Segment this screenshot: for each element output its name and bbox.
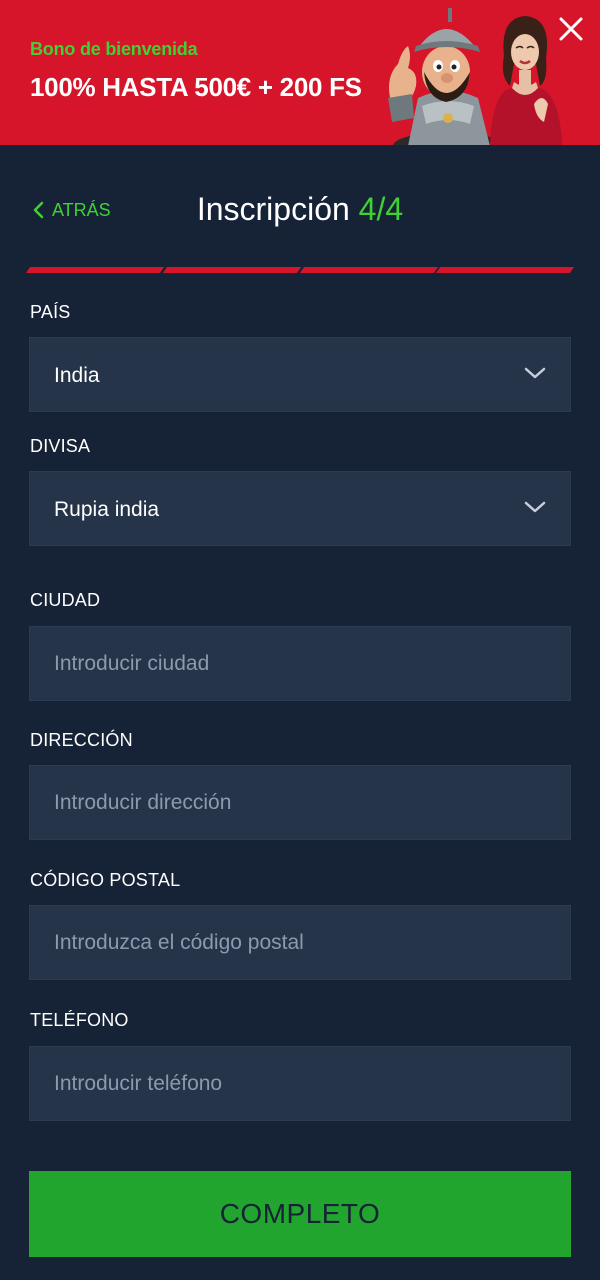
step-indicator: 4/4 bbox=[358, 191, 404, 227]
banner-subtitle: Bono de bienvenida bbox=[30, 39, 198, 59]
city-input[interactable] bbox=[30, 627, 570, 700]
city-label: CIUDAD bbox=[30, 590, 101, 610]
address-input[interactable] bbox=[30, 766, 570, 839]
address-field bbox=[29, 765, 571, 840]
page-title: Inscripción 4/4 bbox=[0, 191, 600, 228]
complete-button[interactable]: COMPLETO bbox=[29, 1171, 571, 1257]
country-label: PAÍS bbox=[30, 302, 71, 322]
registration-header: ATRÁS Inscripción 4/4 bbox=[0, 175, 600, 245]
postal-code-input[interactable] bbox=[30, 906, 570, 979]
country-value: India bbox=[54, 364, 100, 387]
city-field bbox=[29, 626, 571, 701]
address-label: DIRECCIÓN bbox=[30, 730, 133, 750]
currency-label: DIVISA bbox=[30, 436, 91, 456]
currency-value: Rupia india bbox=[54, 498, 160, 521]
phone-field bbox=[29, 1046, 571, 1121]
progress-segment-3 bbox=[299, 267, 438, 273]
page-title-text: Inscripción bbox=[196, 191, 350, 227]
progress-segment-1 bbox=[25, 267, 164, 273]
postal-code-field bbox=[29, 905, 571, 980]
promo-banner[interactable]: Bono de bienvenida 100% HASTA 500€ + 200… bbox=[0, 0, 600, 145]
chevron-down-icon bbox=[524, 501, 546, 513]
progress-bar bbox=[25, 267, 575, 273]
chevron-down-icon bbox=[524, 367, 546, 379]
country-select[interactable]: India bbox=[29, 337, 571, 412]
progress-segment-2 bbox=[162, 267, 301, 273]
phone-input[interactable] bbox=[30, 1047, 570, 1120]
phone-label: TELÉFONO bbox=[30, 1010, 129, 1030]
currency-select[interactable]: Rupia india bbox=[29, 471, 571, 546]
postal-code-label: CÓDIGO POSTAL bbox=[30, 870, 181, 890]
progress-segment-4 bbox=[436, 267, 575, 273]
banner-title: 100% HASTA 500€ + 200 FS bbox=[30, 72, 362, 102]
close-icon[interactable] bbox=[556, 14, 586, 44]
